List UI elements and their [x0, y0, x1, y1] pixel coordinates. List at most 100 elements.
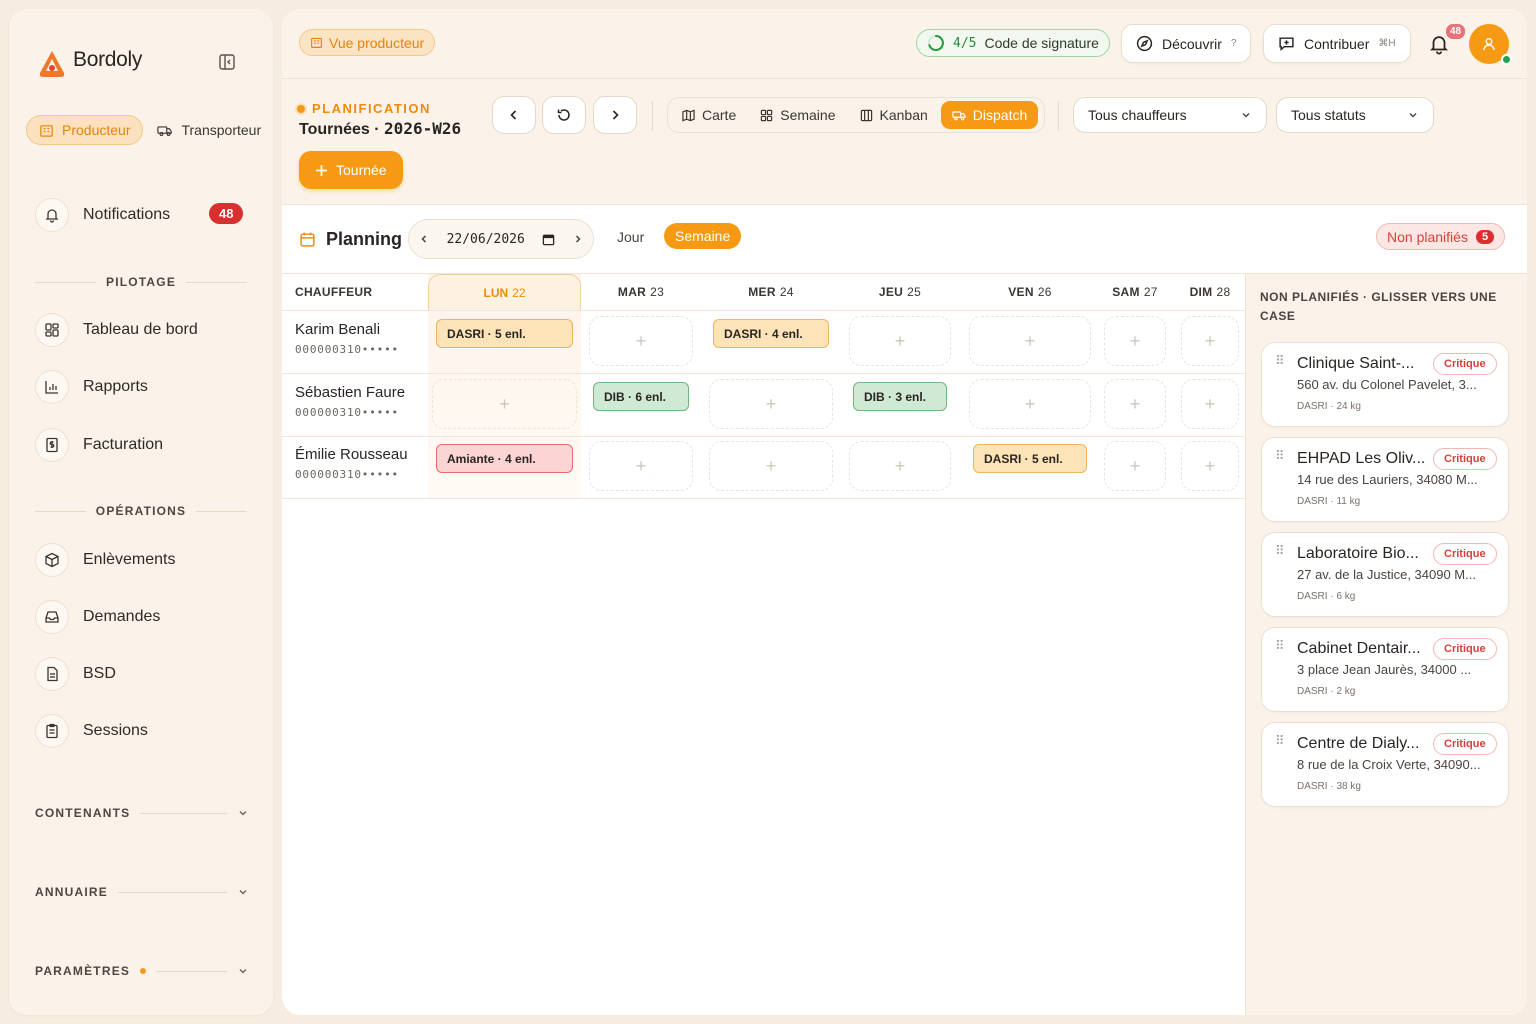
sidebar-item-tableau-de-bord[interactable]: Tableau de bord: [35, 312, 198, 348]
signature-code-pill[interactable]: 4/5 Code de signature: [916, 29, 1110, 57]
reset-week-button[interactable]: [542, 96, 586, 134]
site-name: Clinique Saint-...: [1297, 355, 1415, 372]
empty-slot-add[interactable]: +: [1181, 316, 1239, 366]
date-picker[interactable]: 22/06/2026: [408, 219, 594, 259]
unplanned-card[interactable]: ⠿ EHPAD Les Oliv... Critique 14 rue des Lau…: [1261, 437, 1509, 522]
role-transporteur[interactable]: Transporteur: [157, 115, 273, 145]
tournee-chip[interactable]: DIB · 6 enl.: [593, 382, 689, 411]
unplanned-card[interactable]: ⠿ Clinique Saint-... Critique 560 av. du Co…: [1261, 342, 1509, 427]
plus-icon: +: [765, 455, 777, 476]
collapsible-annuaire[interactable]: ANNUAIRE: [35, 885, 249, 899]
mode-week-toggle[interactable]: Semaine: [664, 223, 742, 249]
contribute-label: Contribuer: [1304, 35, 1370, 52]
mode-day-toggle[interactable]: Jour: [617, 229, 644, 245]
drag-handle-icon[interactable]: ⠿: [1275, 544, 1286, 557]
brand[interactable]: Bordoly: [37, 49, 142, 81]
contribute-button[interactable]: Contribuer ⌘H: [1263, 24, 1411, 63]
plus-icon: +: [894, 455, 906, 476]
kicker-dot: [297, 104, 305, 113]
divider: [652, 101, 653, 131]
chevron-right-icon[interactable]: [573, 234, 583, 244]
empty-slot-add[interactable]: +: [1104, 316, 1166, 366]
collapsible-contenants[interactable]: CONTENANTS: [35, 806, 249, 820]
plus-icon: +: [635, 455, 647, 476]
drag-handle-icon[interactable]: ⠿: [1275, 734, 1286, 747]
empty-slot-add[interactable]: +: [1181, 441, 1239, 491]
planning-header: Planning 22/06/2026 Jour Semaine Non pla…: [282, 205, 1527, 274]
sidebar-item-notifications[interactable]: Notifications 48: [35, 197, 244, 233]
sidebar-item-facturation[interactable]: Facturation: [35, 427, 163, 463]
drag-handle-icon[interactable]: ⠿: [1275, 354, 1286, 367]
empty-slot-add[interactable]: +: [432, 379, 577, 429]
bordoly-logo: [39, 51, 65, 77]
drag-handle-icon[interactable]: ⠿: [1275, 449, 1286, 462]
sidebar-item-enlevements[interactable]: Enlèvements: [35, 542, 176, 578]
collapsible-parametres[interactable]: PARAMÈTRES: [35, 964, 249, 978]
site-address: 14 rue des Lauriers, 34080 M...: [1297, 472, 1478, 487]
tournee-chip[interactable]: DASRI · 5 enl.: [436, 319, 573, 348]
next-week-button[interactable]: [593, 96, 637, 134]
empty-slot-add[interactable]: +: [709, 441, 833, 491]
empty-slot-add[interactable]: +: [589, 441, 693, 491]
day-of-week: JEU: [878, 285, 904, 299]
chevron-left-icon[interactable]: [419, 234, 429, 244]
building-icon: [311, 37, 322, 48]
empty-slot-add[interactable]: +: [849, 316, 951, 366]
role-producteur[interactable]: Producteur: [26, 115, 144, 145]
plus-icon: +: [635, 330, 647, 351]
empty-slot-add[interactable]: +: [849, 441, 951, 491]
chevron-down-icon: [239, 811, 247, 816]
add-tournee-button[interactable]: Tournée: [299, 151, 403, 189]
empty-slot-add[interactable]: +: [969, 379, 1091, 429]
sidebar-item-bsd[interactable]: BSD: [35, 656, 116, 692]
day-of-week: VEN: [1008, 285, 1034, 299]
driver-filter-select[interactable]: Tous chauffeurs: [1073, 97, 1267, 133]
unplanned-card[interactable]: ⠿ Laboratoire Bio... Critique 27 av. de la …: [1261, 532, 1509, 617]
sidebar-item-rapports[interactable]: Rapports: [35, 369, 148, 405]
section-pilotage: PILOTAGE: [35, 275, 248, 289]
day-of-week: SAM: [1112, 285, 1140, 299]
unplanned-pill[interactable]: Non planifiés 5: [1376, 223, 1506, 250]
signature-count: 4/5: [953, 35, 977, 51]
tournee-chip[interactable]: DASRI · 4 enl.: [713, 319, 829, 348]
discover-button[interactable]: Découvrir ?: [1121, 24, 1252, 63]
role-label: Producteur: [62, 122, 131, 138]
drag-handle-icon[interactable]: ⠿: [1275, 639, 1286, 652]
tournee-chip[interactable]: DASRI · 5 enl.: [973, 444, 1087, 473]
previous-week-button[interactable]: [492, 96, 536, 134]
empty-slot-add[interactable]: +: [969, 316, 1091, 366]
nav-label: Demandes: [83, 608, 161, 625]
section-label: OPÉRATIONS: [95, 504, 187, 518]
calendar-icon[interactable]: [542, 233, 555, 246]
tab-semaine[interactable]: Semaine: [749, 101, 846, 129]
tournee-chip[interactable]: DIB · 3 enl.: [853, 382, 947, 411]
unplanned-card[interactable]: ⠿ Cabinet Dentair... Critique 3 place Jean …: [1261, 627, 1509, 712]
empty-slot-add[interactable]: +: [1104, 441, 1166, 491]
waste-meta: DASRI · 38 kg: [1297, 781, 1361, 792]
package-icon: [35, 543, 69, 577]
chevron-down-icon: [1242, 113, 1250, 118]
role-switcher: Producteur Transporteur: [26, 115, 273, 145]
tab-kanban[interactable]: Kanban: [849, 101, 939, 129]
map-icon: [682, 109, 695, 121]
sidebar-item-sessions[interactable]: Sessions: [35, 713, 148, 749]
plus-icon: +: [1129, 455, 1141, 476]
main-panel: Vue producteur 4/5 Code de signature Déc…: [282, 9, 1527, 1015]
driver-cell: Sébastien Faure 000000310•••••: [295, 384, 405, 419]
empty-slot-add[interactable]: +: [1181, 379, 1239, 429]
empty-slot-add[interactable]: +: [589, 316, 693, 366]
status-filter-select[interactable]: Tous statuts: [1276, 97, 1434, 133]
empty-slot-add[interactable]: +: [709, 379, 833, 429]
empty-slot-add[interactable]: +: [1104, 379, 1166, 429]
sidebar-item-demandes[interactable]: Demandes: [35, 599, 160, 635]
site-name: EHPAD Les Oliv...: [1297, 450, 1426, 467]
site-name: Cabinet Dentair...: [1297, 640, 1421, 657]
tournee-chip[interactable]: Amiante · 4 enl.: [436, 444, 573, 473]
chart-icon: [35, 370, 69, 404]
unplanned-card[interactable]: ⠿ Centre de Dialy... Critique 8 rue de la C…: [1261, 722, 1509, 807]
collapse-sidebar-icon[interactable]: [217, 52, 237, 72]
plus-icon: +: [1024, 330, 1036, 351]
tab-dispatch[interactable]: Dispatch: [940, 101, 1039, 129]
tab-carte[interactable]: Carte: [671, 101, 747, 129]
view-mode-pill[interactable]: Vue producteur: [299, 29, 436, 56]
